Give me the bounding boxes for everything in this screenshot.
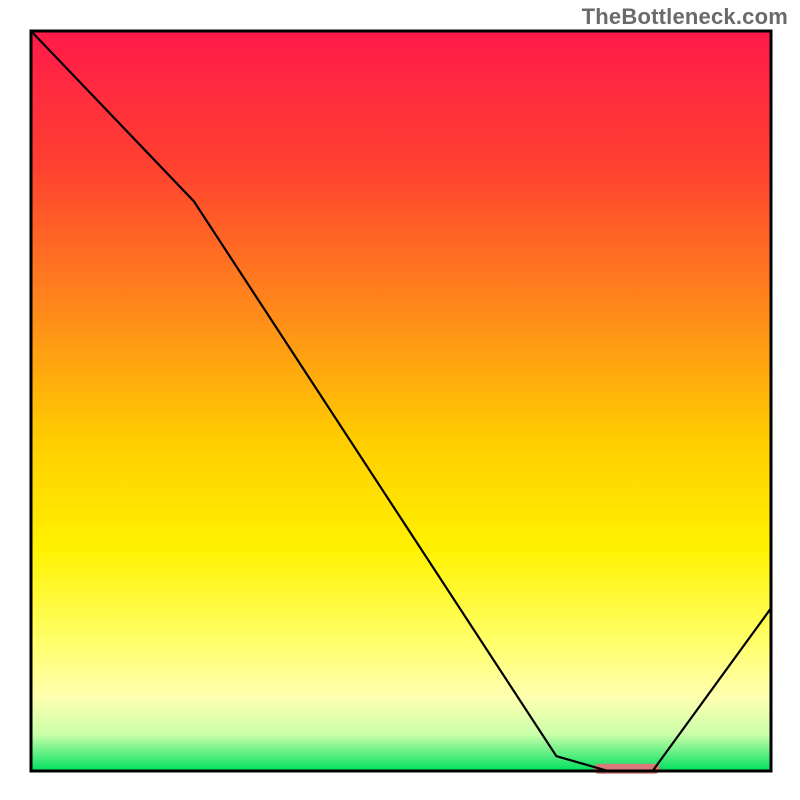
bottleneck-chart xyxy=(0,0,800,800)
chart-container: TheBottleneck.com xyxy=(0,0,800,800)
watermark-text: TheBottleneck.com xyxy=(582,4,788,30)
plot-background xyxy=(31,31,771,771)
